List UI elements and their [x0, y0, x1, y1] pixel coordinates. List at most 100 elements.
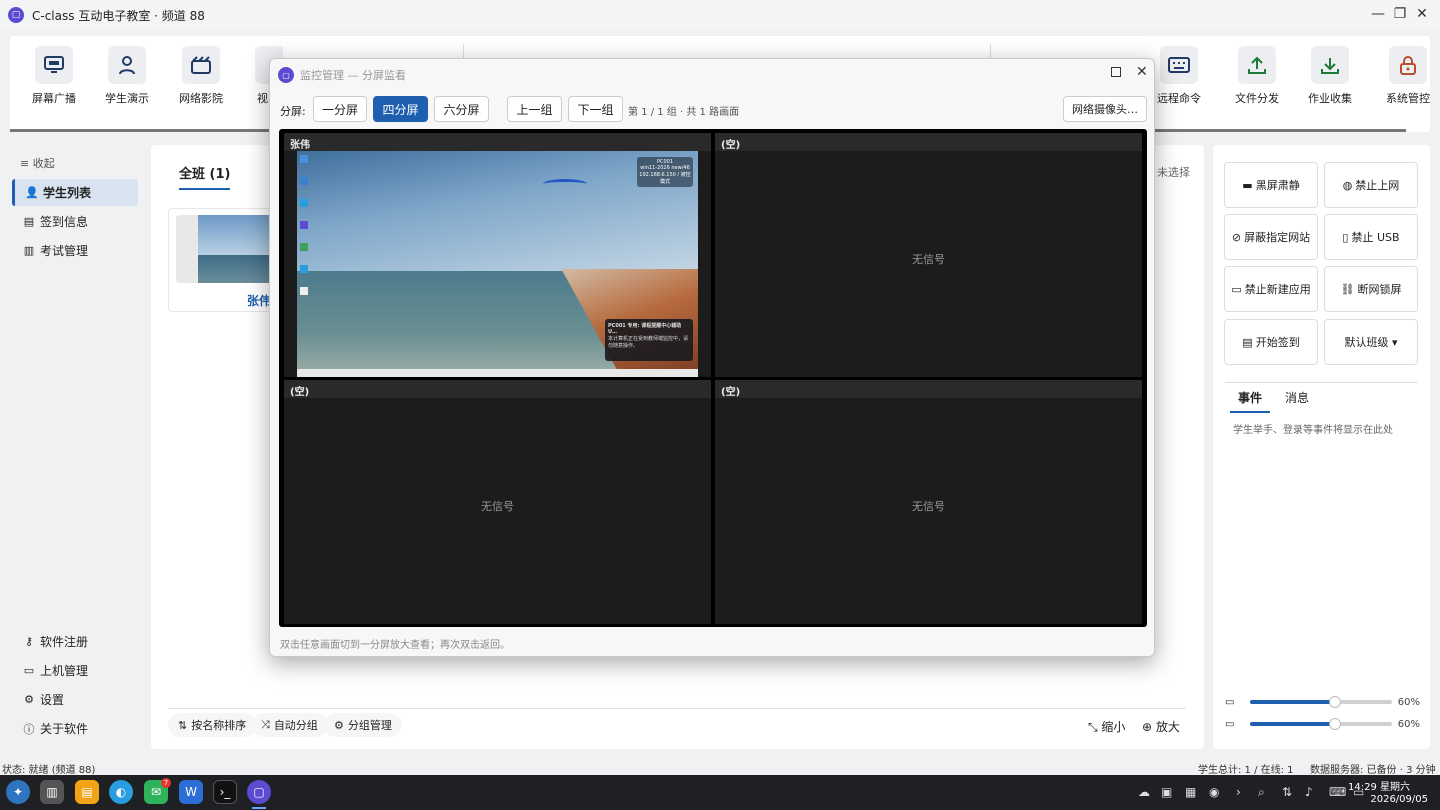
desktop-icons: [300, 155, 310, 295]
window-icon: ▭: [1231, 282, 1242, 296]
tool-label: 作业收集: [1308, 92, 1352, 105]
mic-slider[interactable]: [1250, 718, 1392, 730]
tool-label: 系统管控: [1386, 92, 1430, 105]
zoom-out-button[interactable]: ⤡ 缩小: [1088, 718, 1125, 735]
tool-homework-collect[interactable]: 作业收集: [1298, 46, 1362, 106]
writer-icon[interactable]: W: [179, 780, 203, 804]
tray-app-icon[interactable]: ▣: [1161, 785, 1172, 799]
slider-handle[interactable]: [1329, 696, 1342, 708]
prev-group-button[interactable]: 上一组: [507, 96, 562, 122]
cloud-icon[interactable]: ☁: [1138, 785, 1150, 799]
maximize-button[interactable]: ❐: [1392, 6, 1408, 22]
sort-by-name-button[interactable]: ⇅ 按名称排序: [168, 713, 257, 737]
close-button[interactable]: ✕: [1414, 6, 1430, 22]
sidebar-item-about[interactable]: ⓘ 关于软件: [12, 715, 138, 742]
black-screen-button[interactable]: ▬ 黑屏肃静: [1224, 162, 1318, 208]
no-signal-text: 无信号: [912, 500, 945, 513]
globe-icon: ◍: [1342, 178, 1353, 192]
tool-screen-broadcast[interactable]: 屏幕广播: [22, 46, 86, 106]
clock-date[interactable]: 2026/09/05: [1370, 794, 1428, 805]
zoom-in-button[interactable]: ⊕ 放大: [1142, 718, 1180, 735]
sidebar-item-register[interactable]: ⚷ 软件注册: [12, 628, 138, 655]
block-usb-button[interactable]: ▯ 禁止 USB: [1324, 214, 1418, 260]
tab-all-class[interactable]: 全班 (1): [179, 163, 231, 190]
maximize-button[interactable]: [1111, 67, 1121, 77]
window-title: C-class 互动电子教室 · 频道 88: [32, 8, 205, 23]
mic-slider-row: ▭ 60%: [1225, 717, 1420, 731]
tray-photos-icon[interactable]: ▦: [1185, 785, 1196, 799]
tool-network-cinema[interactable]: 网络影院: [169, 46, 233, 106]
clipboard-icon: ▤: [1242, 335, 1253, 349]
tool-student-demo[interactable]: 学生演示: [95, 46, 159, 106]
block-new-app-button[interactable]: ▭ 禁止新建应用: [1224, 266, 1318, 312]
disconnect-lock-button[interactable]: ⛓ 断网锁屏: [1324, 266, 1418, 312]
terminal-icon[interactable]: ›_: [213, 780, 237, 804]
collapse-button[interactable]: ≡ 收起: [20, 155, 55, 171]
minimize-button[interactable]: —: [1370, 6, 1386, 22]
clock-time[interactable]: 14:29 星期六: [1348, 778, 1410, 793]
pane-title: 张伟: [284, 133, 711, 151]
broken-link-icon: ⛓: [1340, 282, 1355, 296]
split-1-button[interactable]: 一分屏: [313, 96, 367, 122]
browser-icon[interactable]: ◐: [109, 780, 133, 804]
split-6-button[interactable]: 六分屏: [434, 96, 489, 122]
default-class-dropdown[interactable]: 默认班级 ▾: [1324, 319, 1418, 365]
lock-icon: [1389, 46, 1427, 84]
gear-icon: ⚙: [334, 718, 344, 732]
tray-cclass-icon[interactable]: ◉: [1209, 785, 1219, 799]
split-4-button[interactable]: 四分屏: [373, 96, 428, 122]
tool-label: 远程命令: [1157, 92, 1201, 105]
network-icon[interactable]: ⇅: [1282, 785, 1292, 799]
block-internet-button[interactable]: ◍ 禁止上网: [1324, 162, 1418, 208]
sort-icon: ⇅: [178, 718, 188, 732]
keyboard-icon: [1160, 46, 1198, 84]
camera-button[interactable]: 网络摄像头…: [1063, 96, 1147, 122]
monitor-pane[interactable]: (空) 无信号: [715, 133, 1142, 377]
tool-file-distribute[interactable]: 文件分发: [1225, 46, 1289, 106]
tool-label: 网络影院: [179, 92, 223, 105]
selection-status: 未选择: [1157, 166, 1190, 179]
tab-events[interactable]: 事件: [1230, 389, 1271, 413]
chevron-right-icon[interactable]: ›: [1236, 785, 1241, 799]
slider-handle[interactable]: [1329, 718, 1342, 730]
sidebar-item-checkin[interactable]: ▤ 签到信息: [12, 208, 138, 235]
usb-icon: ▯: [1342, 230, 1349, 244]
auto-group-button[interactable]: ⤨ 自动分组: [251, 713, 328, 737]
tab-messages[interactable]: 消息: [1277, 389, 1317, 411]
gear-icon: ⚙: [24, 693, 34, 706]
keyboard-icon[interactable]: ⌨: [1329, 785, 1346, 799]
next-group-button[interactable]: 下一组: [568, 96, 623, 122]
left-sidebar: ≡ 收起 👤 学生列表 ▤ 签到信息 ▥ 考试管理 ⚷ 软件注册 ▭ 上机管理 ⚙ 设置 ⓘ…: [10, 145, 140, 750]
monitor-pane[interactable]: 张伟 PC001 win11-2026 new/46 192.168.6.150…: [284, 133, 711, 377]
monitor-pane[interactable]: (空) 无信号: [715, 380, 1142, 624]
group-manage-button[interactable]: ⚙ 分组管理: [324, 713, 402, 737]
monitor-pane[interactable]: (空) 无信号: [284, 380, 711, 624]
start-checkin-button[interactable]: ▤ 开始签到: [1224, 319, 1318, 365]
volume-slider[interactable]: [1250, 696, 1392, 708]
start-icon[interactable]: ✦: [6, 780, 30, 804]
volume-icon[interactable]: ♪: [1305, 785, 1313, 799]
block-sites-button[interactable]: ⊘ 屏蔽指定网站: [1224, 214, 1318, 260]
tool-system-control[interactable]: 系统管控: [1376, 46, 1440, 106]
tool-remote-command[interactable]: 远程命令: [1147, 46, 1211, 106]
cclass-app-icon[interactable]: ▢: [247, 780, 271, 804]
download-icon: [1311, 46, 1349, 84]
close-button[interactable]: ✕: [1136, 64, 1148, 80]
sidebar-item-exam[interactable]: ▥ 考试管理: [12, 237, 138, 264]
remote-screen[interactable]: PC001 win11-2026 new/46 192.168.6.150 / …: [297, 151, 698, 377]
tool-label: 文件分发: [1235, 92, 1279, 105]
ban-icon: ⊘: [1231, 230, 1242, 244]
clipboard-icon: ▤: [23, 215, 35, 228]
divider: [1225, 382, 1418, 383]
zoom-out-icon: ⤡: [1088, 720, 1102, 734]
no-signal-text: 无信号: [481, 500, 514, 513]
person-icon: 👤: [25, 186, 39, 199]
pane-title: (空): [284, 380, 711, 398]
sidebar-item-student-list[interactable]: 👤 学生列表: [12, 179, 138, 206]
task-view-icon[interactable]: ▥: [40, 780, 64, 804]
sidebar-item-lab[interactable]: ▭ 上机管理: [12, 657, 138, 684]
search-icon[interactable]: ⌕: [1258, 785, 1265, 800]
files-icon[interactable]: ▤: [75, 780, 99, 804]
dialog-hint: 双击任意画面切到一分屏放大查看；再次双击返回。: [280, 640, 510, 651]
sidebar-item-settings[interactable]: ⚙ 设置: [12, 686, 138, 713]
